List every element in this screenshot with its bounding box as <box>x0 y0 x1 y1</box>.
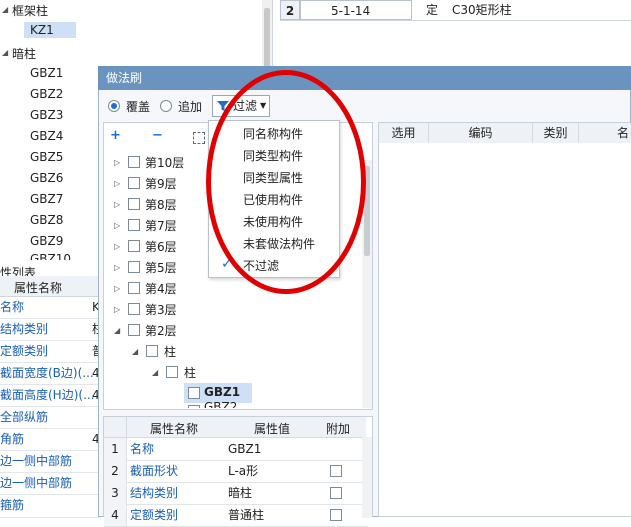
tree-item[interactable]: GBZ2 <box>30 87 63 101</box>
collapse-triangle-icon[interactable]: ◢ <box>132 347 138 356</box>
header-select: 选用 <box>379 123 429 143</box>
method-select-panel: 选用 编码 类别 名 <box>378 122 631 517</box>
header-attach: 附加 <box>326 422 351 436</box>
append-radio[interactable] <box>160 100 172 112</box>
component-checkbox[interactable] <box>188 405 200 408</box>
append-label[interactable]: 追加 <box>178 98 202 115</box>
property-row[interactable]: 全部纵筋 <box>0 406 100 429</box>
collapse-triangle-icon[interactable]: ◢ <box>2 48 8 57</box>
header-name: 名 <box>579 123 631 143</box>
floor-label[interactable]: 第7层 <box>145 217 177 234</box>
header-category: 类别 <box>533 123 579 143</box>
grid-cell-type[interactable]: 定 <box>412 0 448 20</box>
collapse-triangle-icon[interactable]: ◢ <box>152 368 158 377</box>
floor-checkbox[interactable] <box>128 282 140 294</box>
subcategory-checkbox[interactable] <box>166 366 178 378</box>
collapse-triangle-icon[interactable]: ◢ <box>114 326 120 335</box>
property-row[interactable]: 箍筋 <box>0 494 100 518</box>
expand-triangle-icon[interactable]: ▷ <box>114 200 120 209</box>
component-label[interactable]: GBZ2 <box>204 402 237 408</box>
floor-label[interactable]: 第8层 <box>145 196 177 213</box>
floor-checkbox[interactable] <box>128 303 140 315</box>
floor-checkbox[interactable] <box>128 177 140 189</box>
floor-checkbox[interactable] <box>128 219 140 231</box>
tree-item[interactable]: GBZ9 <box>30 234 63 248</box>
floor-label[interactable]: 第9层 <box>145 175 177 192</box>
property-row[interactable]: 截面宽度(B边)(... 4 <box>0 362 100 385</box>
tree-group-hidden-column[interactable]: 暗柱 <box>12 45 36 62</box>
annotation-ellipse <box>206 70 366 294</box>
property-row[interactable]: 角筋 4 <box>0 428 100 451</box>
grid-row-number: 2 <box>280 0 300 20</box>
property-table-row[interactable]: 3 结构类别 暗柱 <box>104 482 368 505</box>
tree-item-kz1[interactable]: KZ1 <box>24 22 76 38</box>
property-row[interactable]: 名称 K <box>0 296 100 319</box>
expand-triangle-icon[interactable]: ▷ <box>114 263 120 272</box>
floor-checkbox[interactable] <box>128 198 140 210</box>
property-list-header: 属性名称 <box>0 276 100 297</box>
property-table-row[interactable]: 1 名称 GBZ1 <box>104 438 368 461</box>
method-grid: 2 5-1-14 定 C30矩形柱 <box>280 0 631 60</box>
expand-triangle-icon[interactable]: ▷ <box>114 179 120 188</box>
header-property-value: 属性值 <box>254 422 291 436</box>
expand-triangle-icon[interactable]: ▷ <box>114 158 120 167</box>
select-region-icon[interactable] <box>193 132 205 144</box>
property-table-header: 属性名称 属性值 附加 <box>104 417 366 438</box>
floor-checkbox[interactable] <box>128 324 140 336</box>
property-row[interactable]: 边一侧中部筋 <box>0 472 100 495</box>
property-row[interactable]: 结构类别柱 <box>0 318 100 341</box>
tree-item[interactable]: GBZ7 <box>30 192 63 206</box>
grid-divider <box>280 20 631 21</box>
floor-label[interactable]: 第4层 <box>145 280 177 297</box>
tree-item[interactable]: GBZ3 <box>30 108 63 122</box>
component-checkbox[interactable] <box>188 387 200 399</box>
add-item-icon[interactable]: + <box>110 128 121 143</box>
tree-item[interactable]: GBZ5 <box>30 150 63 164</box>
attach-checkbox[interactable] <box>330 509 342 521</box>
component-property-table: 属性名称 属性值 附加 1 名称 GBZ1 2 截面形状 L-a形 3 结构类别… <box>103 416 373 527</box>
overwrite-label[interactable]: 覆盖 <box>126 98 150 115</box>
overwrite-radio[interactable] <box>108 100 120 112</box>
property-row[interactable]: 截面高度(H边)(... 4 <box>0 384 100 407</box>
tree-scrollbar-thumb[interactable] <box>264 8 270 68</box>
floor-checkbox[interactable] <box>128 240 140 252</box>
expand-triangle-icon[interactable]: ▷ <box>114 284 120 293</box>
floor-label[interactable]: 第6层 <box>145 238 177 255</box>
property-list-rows: 名称K 结构类别柱 定额类别普 截面宽度(B边)(...4 截面高度(H边)(.… <box>0 296 100 518</box>
floor-label[interactable]: 第10层 <box>145 154 184 171</box>
floor-checkbox[interactable] <box>128 261 140 273</box>
property-row[interactable]: 边一侧中部筋 <box>0 450 100 473</box>
floor-label[interactable]: 第5层 <box>145 259 177 276</box>
tree-item[interactable]: GBZ10 <box>30 254 71 260</box>
tree-item[interactable]: GBZ1 <box>30 66 63 80</box>
attach-checkbox[interactable] <box>330 487 342 499</box>
header-property-name: 属性名称 <box>150 422 199 436</box>
tree-item[interactable]: GBZ6 <box>30 171 63 185</box>
subcategory-label[interactable]: 柱 <box>184 364 196 381</box>
tree-item[interactable]: GBZ8 <box>30 213 63 227</box>
expand-triangle-icon[interactable]: ▷ <box>114 305 120 314</box>
floor-checkbox[interactable] <box>128 156 140 168</box>
dialog-title[interactable]: 做法刷 <box>98 66 631 90</box>
floor-label[interactable]: 第3层 <box>145 301 177 318</box>
property-table-row[interactable]: 2 截面形状 L-a形 <box>104 460 368 483</box>
expand-triangle-icon[interactable]: ▷ <box>114 221 120 230</box>
tree-item[interactable]: GBZ4 <box>30 129 63 143</box>
property-row[interactable]: 定额类别普 <box>0 340 100 363</box>
property-table-scrollbar[interactable] <box>362 437 372 518</box>
category-checkbox[interactable] <box>146 345 158 357</box>
attach-checkbox[interactable] <box>330 465 342 477</box>
expand-triangle-icon[interactable]: ▷ <box>114 242 120 251</box>
floor-label[interactable]: 第2层 <box>145 322 177 339</box>
category-label[interactable]: 柱 <box>164 343 176 360</box>
header-code: 编码 <box>429 123 533 143</box>
tree-group-frame-column[interactable]: 框架柱 <box>12 2 48 19</box>
property-table-row[interactable]: 4 定额类别 普通柱 <box>104 504 368 527</box>
remove-item-icon[interactable]: − <box>152 128 163 143</box>
property-name-header: 属性名称 <box>14 281 63 295</box>
collapse-triangle-icon[interactable]: ◢ <box>2 5 8 14</box>
grid-cell-name[interactable]: C30矩形柱 <box>448 0 631 20</box>
grid-cell-code[interactable]: 5-1-14 <box>300 0 412 20</box>
component-label[interactable]: GBZ1 <box>204 385 240 399</box>
